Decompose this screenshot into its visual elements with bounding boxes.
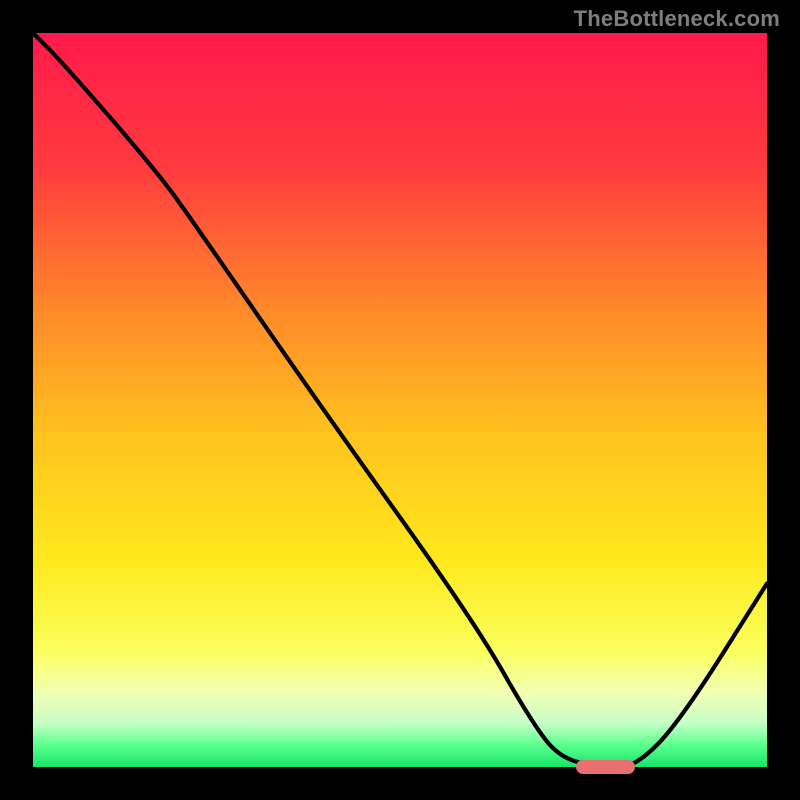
- optimal-marker: [576, 760, 635, 774]
- bottleneck-curve: [33, 33, 767, 767]
- outer-frame: TheBottleneck.com: [0, 0, 800, 800]
- watermark-text: TheBottleneck.com: [574, 6, 780, 32]
